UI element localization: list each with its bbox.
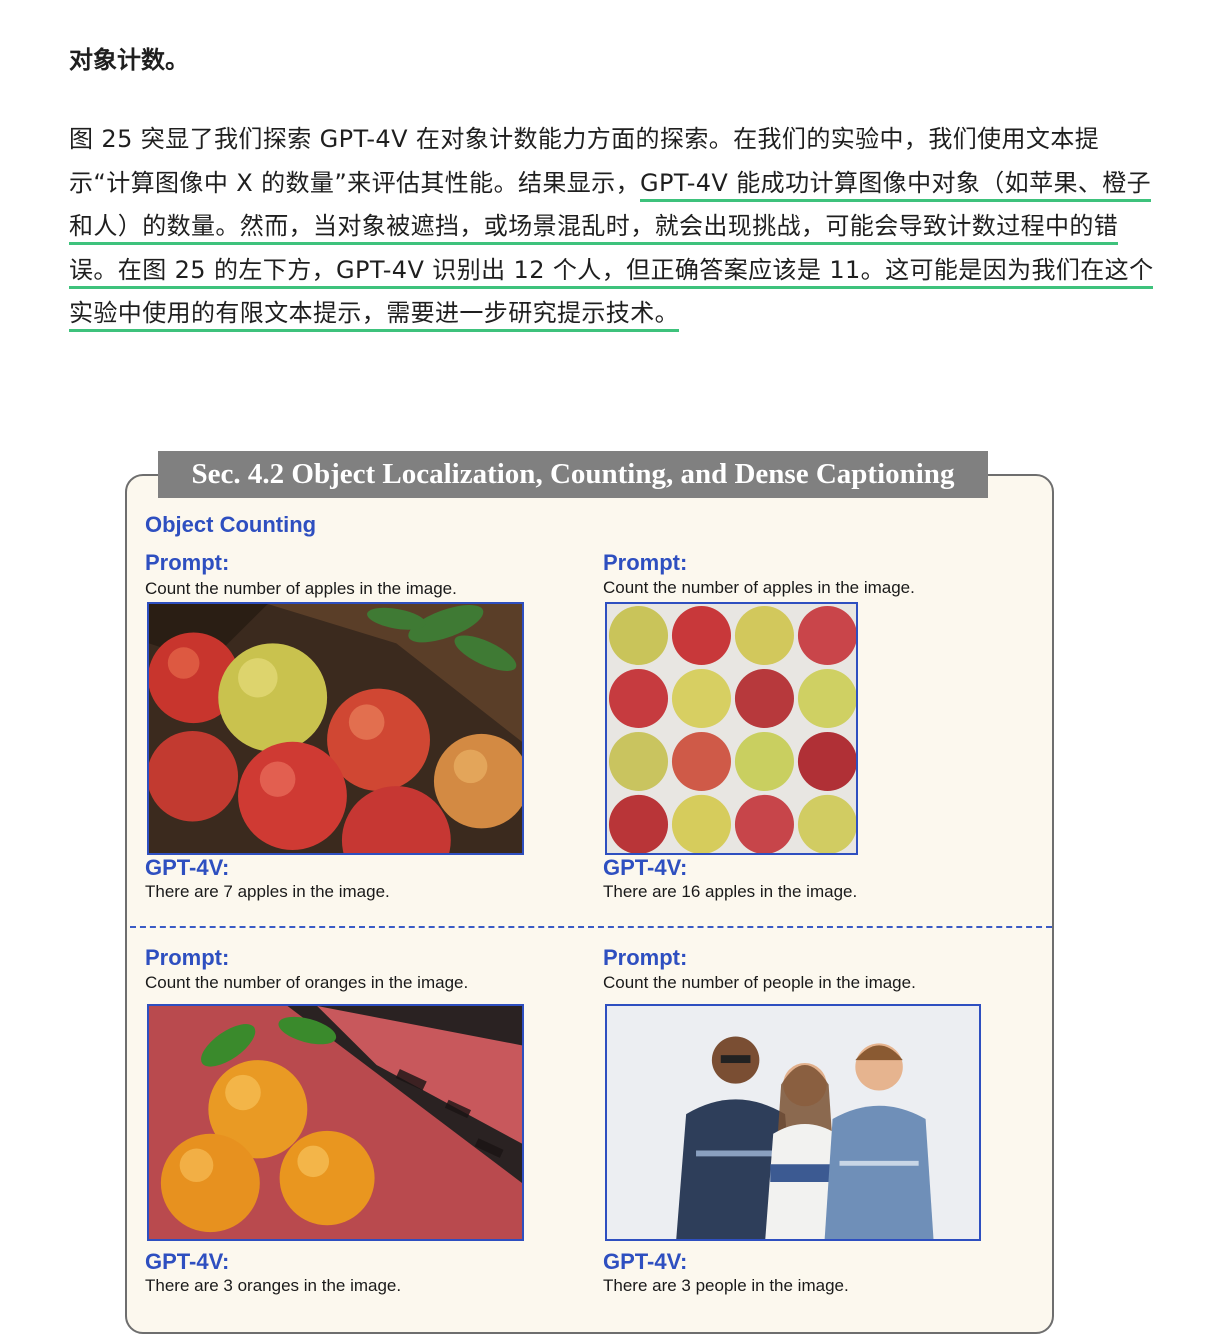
answer-text: There are 7 apples in the image. <box>145 882 390 901</box>
gpt4v-label: GPT-4V: <box>603 855 688 880</box>
oranges-photo <box>147 1004 524 1241</box>
gpt4v-label: GPT-4V: <box>145 1249 230 1274</box>
three-people-photo <box>605 1004 981 1241</box>
gpt4v-label: GPT-4V: <box>603 1249 688 1274</box>
prompt-text: Count the number of oranges in the image… <box>145 973 469 992</box>
answer-text: There are 16 apples in the image. <box>603 882 858 901</box>
answer-text: There are 3 people in the image. <box>603 1276 849 1295</box>
figure-section-title: Object Counting <box>145 512 317 537</box>
prompt-text: Count the number of apples in the image. <box>145 579 457 598</box>
prompt-label: Prompt: <box>603 550 688 575</box>
prompt-label: Prompt: <box>603 945 688 970</box>
panel-divider <box>130 926 1052 928</box>
figure-title: Sec. 4.2 Object Localization, Counting, … <box>158 451 988 498</box>
body-paragraph: 图 25 突显了我们探索 GPT-4V 在对象计数能力方面的探索。在我们的实验中… <box>69 118 1154 336</box>
gpt4v-label: GPT-4V: <box>145 855 230 880</box>
prompt-label: Prompt: <box>145 550 230 575</box>
prompt-label: Prompt: <box>145 945 230 970</box>
apple-grid-photo <box>605 602 858 855</box>
apples-on-wood-photo <box>147 602 524 855</box>
prompt-text: Count the number of apples in the image. <box>603 578 915 597</box>
prompt-text: Count the number of people in the image. <box>603 973 916 992</box>
section-heading: 对象计数。 <box>69 46 189 74</box>
answer-text: There are 3 oranges in the image. <box>145 1276 402 1295</box>
